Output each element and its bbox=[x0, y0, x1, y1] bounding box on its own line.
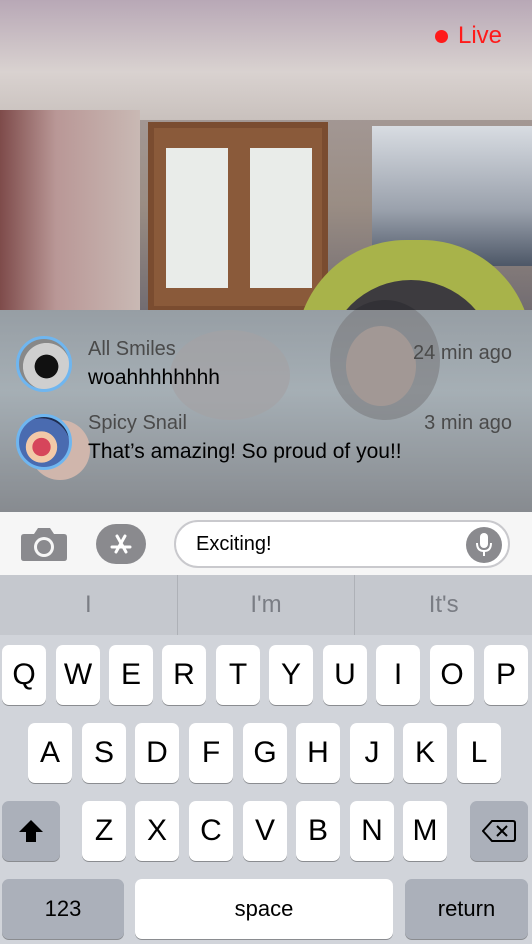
comment-author: All Smiles bbox=[88, 338, 176, 360]
key-l[interactable]: L bbox=[457, 723, 501, 783]
key-e[interactable]: E bbox=[109, 645, 153, 705]
key-w[interactable]: W bbox=[56, 645, 100, 705]
message-input[interactable]: Exciting! bbox=[174, 520, 510, 568]
key-r[interactable]: R bbox=[162, 645, 206, 705]
predictive-bar: I I'm It's bbox=[0, 575, 532, 635]
suggestion-item[interactable]: It's bbox=[355, 575, 532, 635]
backspace-icon bbox=[482, 820, 516, 842]
space-key[interactable]: space bbox=[135, 879, 393, 939]
comment-time: 24 min ago bbox=[413, 342, 512, 364]
key-c[interactable]: C bbox=[189, 801, 233, 861]
key-f[interactable]: F bbox=[189, 723, 233, 783]
live-label: Live bbox=[457, 22, 502, 49]
avatar[interactable] bbox=[16, 336, 72, 392]
key-x[interactable]: X bbox=[135, 801, 179, 861]
key-s[interactable]: S bbox=[82, 723, 126, 783]
key-h[interactable]: H bbox=[296, 723, 340, 783]
key-j[interactable]: J bbox=[350, 723, 394, 783]
comment-time: 3 min ago bbox=[424, 412, 512, 434]
key-b[interactable]: B bbox=[296, 801, 340, 861]
backspace-key[interactable] bbox=[470, 801, 528, 861]
key-n[interactable]: N bbox=[350, 801, 394, 861]
key-d[interactable]: D bbox=[135, 723, 179, 783]
suggestion-item[interactable]: I'm bbox=[178, 575, 356, 635]
key-a[interactable]: A bbox=[28, 723, 72, 783]
shift-key[interactable] bbox=[2, 801, 60, 861]
avatar[interactable] bbox=[16, 414, 72, 470]
key-i[interactable]: I bbox=[376, 645, 420, 705]
key-q[interactable]: Q bbox=[2, 645, 46, 705]
key-k[interactable]: K bbox=[403, 723, 447, 783]
live-dot-icon bbox=[434, 29, 448, 43]
key-y[interactable]: Y bbox=[269, 645, 313, 705]
keyboard: Q W E R T Y U I O P A S D F G H J K L Z … bbox=[0, 635, 532, 944]
key-m[interactable]: M bbox=[403, 801, 447, 861]
key-o[interactable]: O bbox=[430, 645, 474, 705]
comments-panel: All Smiles woahhhhhhhh 24 min ago Spicy … bbox=[0, 310, 532, 512]
comment-text: woahhhhhhhh bbox=[88, 366, 220, 389]
comment-item: Spicy Snail That’s amazing! So proud of … bbox=[0, 412, 532, 482]
numbers-key[interactable]: 123 bbox=[2, 879, 124, 939]
shift-icon bbox=[19, 820, 43, 842]
key-z[interactable]: Z bbox=[82, 801, 126, 861]
comment-text: That’s amazing! So proud of you!! bbox=[88, 440, 402, 463]
key-u[interactable]: U bbox=[323, 645, 367, 705]
live-indicator: Live bbox=[434, 22, 502, 50]
microphone-icon[interactable] bbox=[466, 527, 502, 563]
comment-author: Spicy Snail bbox=[88, 412, 187, 434]
key-g[interactable]: G bbox=[243, 723, 287, 783]
key-t[interactable]: T bbox=[216, 645, 260, 705]
suggestion-item[interactable]: I bbox=[0, 575, 178, 635]
return-key[interactable]: return bbox=[405, 879, 528, 939]
message-input-value: Exciting! bbox=[196, 533, 272, 555]
key-p[interactable]: P bbox=[484, 645, 528, 705]
app-store-icon[interactable] bbox=[96, 524, 146, 564]
key-v[interactable]: V bbox=[243, 801, 287, 861]
comment-item: All Smiles woahhhhhhhh 24 min ago bbox=[0, 334, 532, 404]
message-input-bar: Exciting! bbox=[0, 512, 532, 575]
camera-icon[interactable] bbox=[20, 526, 68, 562]
